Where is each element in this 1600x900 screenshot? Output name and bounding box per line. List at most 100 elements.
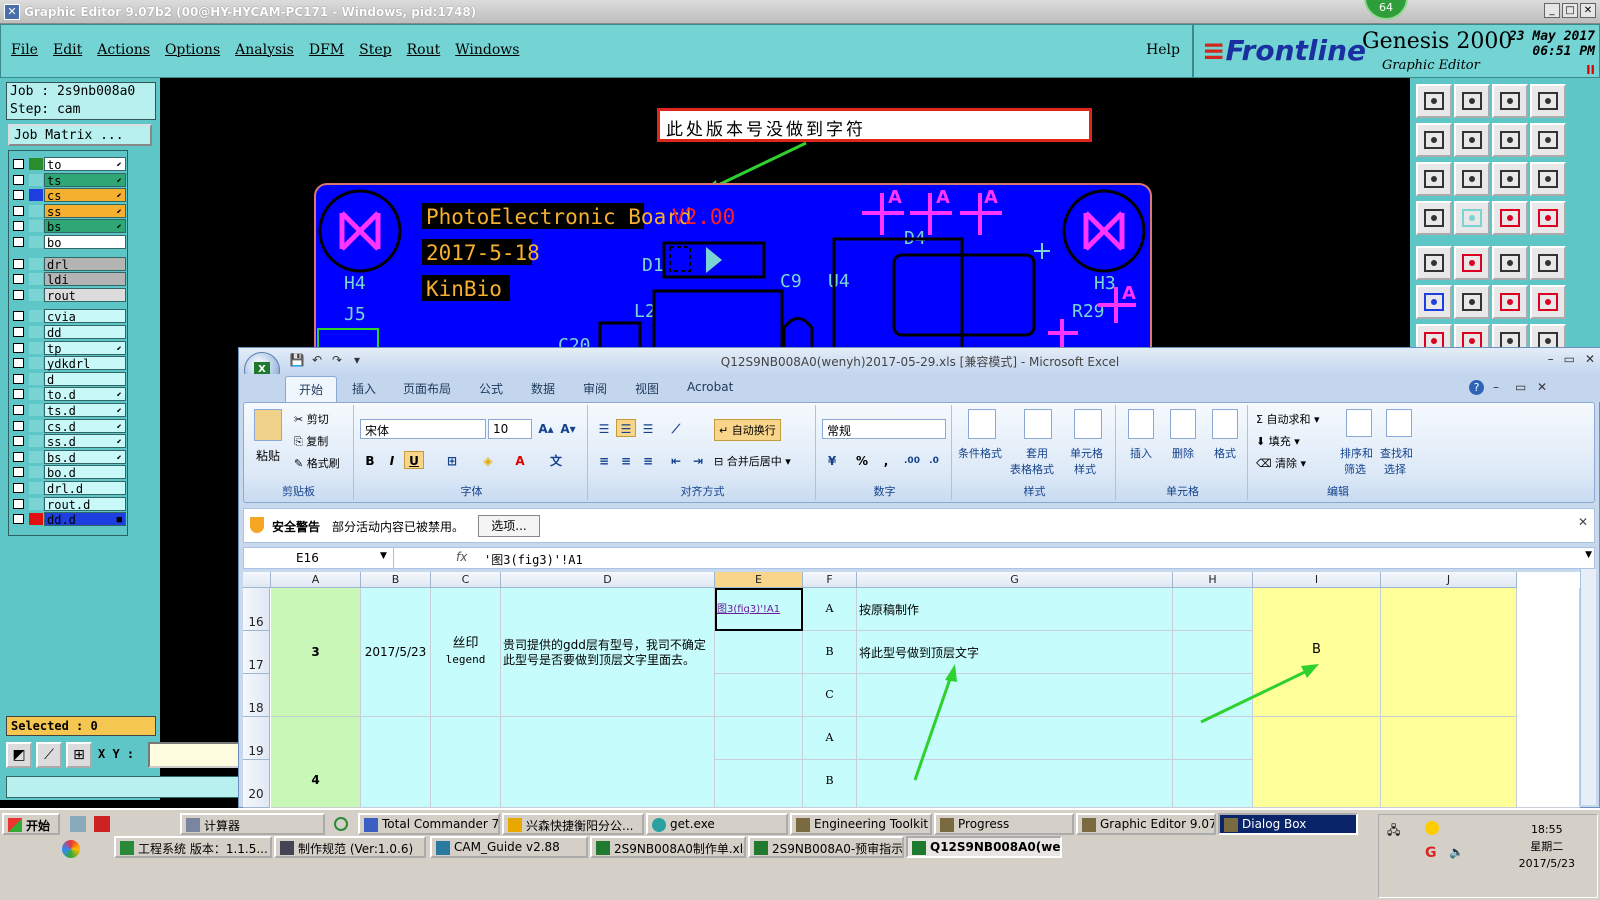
delete-cell-button[interactable]: 删除 <box>1172 445 1194 461</box>
taskbar-get-exe[interactable]: get.exe <box>646 813 788 835</box>
taskbar-total-commander[interactable]: Total Commander 7.0... <box>358 813 500 835</box>
format-cell-icon[interactable] <box>1212 409 1238 439</box>
wrap-text-button[interactable]: ↵ 自动换行 <box>714 419 781 441</box>
taskbar-graphic-editor[interactable]: Graphic Editor 9.07b2... <box>1076 813 1216 835</box>
format-table-icon[interactable] <box>1024 409 1052 439</box>
pan-left-icon[interactable] <box>1416 123 1452 157</box>
taskbar-dialog-box[interactable]: Dialog Box <box>1218 813 1358 835</box>
cut-button[interactable]: ✂ 剪切 <box>294 411 329 427</box>
number-format-select[interactable]: 常规 <box>822 419 946 439</box>
font-name-select[interactable]: 宋体 <box>360 419 486 439</box>
comma-icon[interactable]: , <box>876 451 896 469</box>
align-left-icon[interactable]: ≡ <box>594 451 614 469</box>
line-icon[interactable] <box>1492 285 1528 319</box>
align-top-icon[interactable]: ☰ <box>594 419 614 437</box>
merge-center-button[interactable]: ⊟ 合并后居中 ▾ <box>714 453 791 469</box>
format-painter-button[interactable]: ✎ 格式刷 <box>294 455 340 471</box>
tab-data[interactable]: 数据 <box>531 380 555 397</box>
formula-input[interactable]: '图3(fig3)'!A1 <box>484 551 583 568</box>
phonetic-icon[interactable]: 文 <box>546 451 566 469</box>
paste-icon[interactable] <box>254 409 282 441</box>
customize-qat-icon[interactable]: ▾ <box>349 352 365 368</box>
tab-insert[interactable]: 插入 <box>352 380 376 397</box>
cross-icon[interactable] <box>1454 285 1490 319</box>
excel-close-icon[interactable]: ✕ <box>1585 352 1595 366</box>
redo-icon[interactable]: ↷ <box>329 352 345 368</box>
security-close-icon[interactable]: ✕ <box>1578 515 1588 529</box>
format-table-line1[interactable]: 套用 <box>1026 445 1048 461</box>
decrease-decimal-icon[interactable]: .0 <box>924 451 944 469</box>
taskbar-browser[interactable]: 兴森快捷衡阳分公... <box>502 813 644 835</box>
ribbon-close-icon[interactable]: ✕ <box>1537 380 1547 394</box>
sort-filter-line2[interactable]: 筛选 <box>1344 461 1366 477</box>
format-cell-button[interactable]: 格式 <box>1214 445 1236 461</box>
increase-indent-icon[interactable]: ⇥ <box>688 451 708 469</box>
ribbon-restore-icon[interactable]: ▭ <box>1515 380 1526 394</box>
save-icon[interactable]: 💾 <box>289 352 305 368</box>
tab-page-layout[interactable]: 页面布局 <box>403 380 451 397</box>
node-icon[interactable] <box>1416 285 1452 319</box>
home-icon[interactable] <box>1416 84 1452 118</box>
expand-formula-icon[interactable]: ▼ <box>1585 550 1592 560</box>
name-box[interactable]: E16 <box>244 548 394 568</box>
taskbar-engineering-toolkit[interactable]: Engineering Toolkit 9.... <box>790 813 932 835</box>
delete-cell-icon[interactable] <box>1170 409 1196 439</box>
insert-cell-button[interactable]: 插入 <box>1130 445 1152 461</box>
taskbar-spec[interactable]: 制作规范 (Ver:1.0.6) <box>274 836 426 858</box>
zoom-in-icon[interactable] <box>1454 84 1490 118</box>
cell-style-line1[interactable]: 单元格 <box>1070 445 1103 461</box>
edge-icon[interactable] <box>1530 285 1566 319</box>
system-clock[interactable]: 18:55 星期二 2017/5/23 <box>1519 821 1575 872</box>
zoom-area-icon[interactable] <box>1530 123 1566 157</box>
percent-icon[interactable]: % <box>852 451 872 469</box>
snap-icon[interactable] <box>1530 246 1566 280</box>
copy-button[interactable]: ⎘ 复制 <box>294 433 328 449</box>
zoom-out-icon[interactable] <box>1492 84 1528 118</box>
align-center-icon[interactable]: ≡ <box>616 451 636 469</box>
tray-app-icon[interactable] <box>1425 821 1439 835</box>
fill-button[interactable]: ⬇ 填充 ▾ <box>1256 433 1300 449</box>
tray-network-icon[interactable]: 🖧 <box>1387 821 1400 842</box>
ie-icon[interactable] <box>334 817 348 831</box>
zoom-fit-icon[interactable] <box>1492 123 1528 157</box>
tab-view[interactable]: 视图 <box>635 380 659 397</box>
question-icon[interactable] <box>1530 162 1566 196</box>
excel-minimize-icon[interactable]: – <box>1548 352 1554 366</box>
quick-launch-logo-icon[interactable] <box>62 840 80 858</box>
font-size-select[interactable]: 10 <box>488 419 532 439</box>
insert-cell-icon[interactable] <box>1128 409 1154 439</box>
feature-icon[interactable] <box>1416 246 1452 280</box>
find-select-icon[interactable] <box>1386 409 1412 437</box>
format-table-line2[interactable]: 表格格式 <box>1010 461 1054 477</box>
borders-icon[interactable]: ⊞ <box>442 451 462 469</box>
orientation-icon[interactable]: ⟋ <box>666 419 686 437</box>
start-button[interactable]: 开始 <box>2 813 60 835</box>
sort-filter-icon[interactable] <box>1346 409 1372 437</box>
window-icon[interactable] <box>1530 84 1566 118</box>
taskbar-progress[interactable]: Progress <box>934 813 1074 835</box>
align-right-icon[interactable]: ≡ <box>638 451 658 469</box>
vertical-scrollbar[interactable] <box>1580 569 1596 805</box>
undo-icon[interactable]: ↶ <box>309 352 325 368</box>
font-color-icon[interactable]: A <box>510 451 530 469</box>
quick-launch-icon[interactable] <box>70 816 86 832</box>
taskbar-cam-guide[interactable]: CAM_Guide v2.88 <box>430 836 588 858</box>
ratio-icon[interactable] <box>1492 162 1528 196</box>
autosum-button[interactable]: Σ 自动求和 ▾ <box>1256 411 1319 427</box>
underline-button[interactable]: U <box>404 451 424 469</box>
measure-icon[interactable] <box>1454 246 1490 280</box>
taskbar-excel-active[interactable]: Q12S9NB008A0(weny... <box>906 836 1062 858</box>
italic-button[interactable]: I <box>382 451 402 469</box>
sort-filter-line1[interactable]: 排序和 <box>1340 445 1373 461</box>
tab-home[interactable]: 开始 <box>285 376 338 402</box>
conditional-format-icon[interactable] <box>968 409 996 439</box>
increase-decimal-icon[interactable]: .00 <box>902 451 922 469</box>
pdf-icon[interactable] <box>94 816 110 832</box>
grid-view-icon[interactable] <box>1454 201 1490 235</box>
fit-screen-icon[interactable] <box>1416 162 1452 196</box>
insert-function-icon[interactable]: fx <box>456 550 467 564</box>
taskbar-excel-preview[interactable]: 2S9NB008A0-预审指示... <box>748 836 904 858</box>
conditional-format-button[interactable]: 条件格式 <box>958 445 1002 461</box>
worksheet-grid[interactable]: A B C D E F G H I J 16 17 18 19 20 3 201… <box>243 572 1580 808</box>
tab-review[interactable]: 审阅 <box>583 380 607 397</box>
